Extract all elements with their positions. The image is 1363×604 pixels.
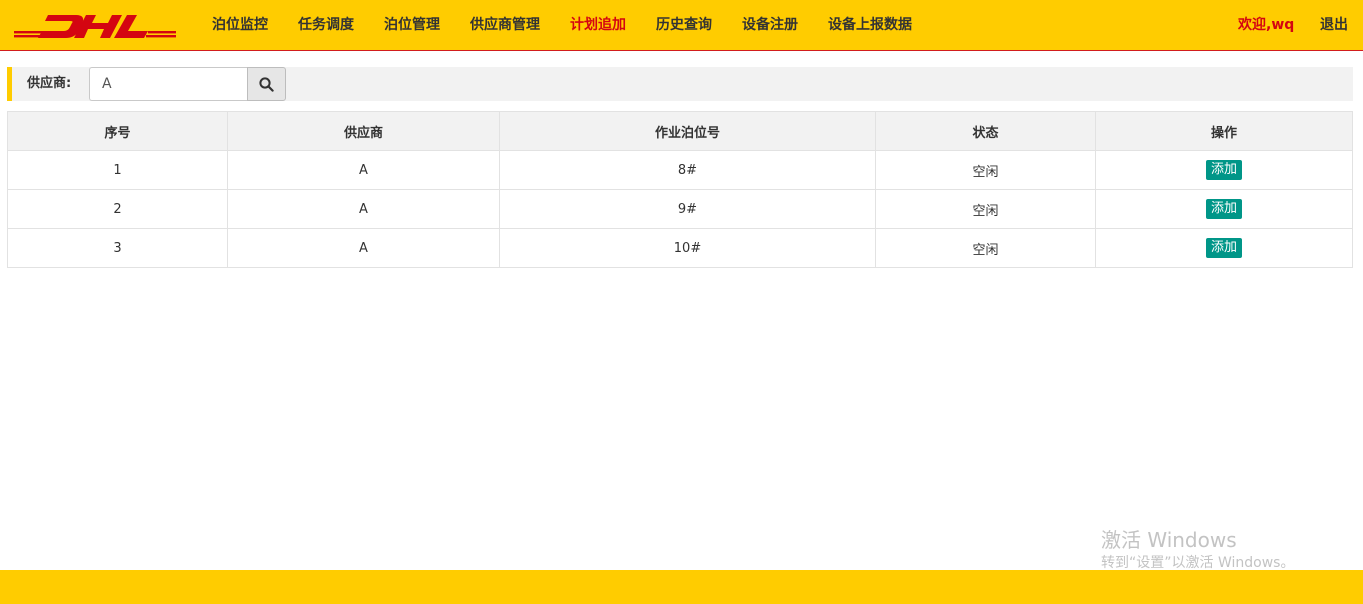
cell-status: 空闲 [875,228,1096,268]
cell-index: 1 [7,150,228,190]
table-row: 1 A 8# 空闲 添加 [7,150,1353,190]
nav-item-history-query[interactable]: 历史查询 [642,0,726,51]
add-button[interactable]: 添加 [1205,238,1242,258]
cell-action: 添加 [1095,228,1353,268]
nav-item-berth-management[interactable]: 泊位管理 [370,0,454,51]
dhl-logo[interactable] [14,12,176,40]
table-header-row: 序号 供应商 作业泊位号 状态 操作 [7,111,1353,151]
top-navbar: 泊位监控 任务调度 泊位管理 供应商管理 计划追加 历史查询 设备注册 设备上报… [0,0,1363,51]
add-button[interactable]: 添加 [1205,199,1242,219]
search-icon [259,76,274,92]
cell-supplier: A [227,150,500,190]
search-button[interactable] [247,67,286,101]
column-header-berth: 作业泊位号 [499,111,876,151]
table-row: 2 A 9# 空闲 添加 [7,189,1353,229]
cell-status: 空闲 [875,150,1096,190]
column-header-status: 状态 [875,111,1096,151]
cell-berth: 9# [499,189,876,229]
welcome-user: 欢迎,wq [1238,17,1295,33]
supplier-search-label: 供应商: [27,76,72,91]
berth-table: 序号 供应商 作业泊位号 状态 操作 1 A 8# 空闲 添加 2 A 9# 空… [7,111,1353,268]
cell-action: 添加 [1095,189,1353,229]
column-header-supplier: 供应商 [227,111,500,151]
cell-supplier: A [227,228,500,268]
cell-status: 空闲 [875,189,1096,229]
search-bar: 供应商: [7,67,1353,101]
windows-activation-subtitle: 转到“设置”以激活 Windows。 [1101,555,1295,571]
cell-berth: 8# [499,150,876,190]
nav-item-supplier-management[interactable]: 供应商管理 [456,0,554,51]
add-button[interactable]: 添加 [1205,160,1242,180]
nav-item-plan-append[interactable]: 计划追加 [556,0,640,51]
column-header-index: 序号 [7,111,228,151]
nav-item-task-dispatch[interactable]: 任务调度 [284,0,368,51]
nav-item-device-report-data[interactable]: 设备上报数据 [814,0,926,51]
footer-bar [0,570,1363,604]
nav-item-device-register[interactable]: 设备注册 [728,0,812,51]
logout-link[interactable]: 退出 [1320,0,1348,51]
column-header-action: 操作 [1095,111,1353,151]
table-row: 3 A 10# 空闲 添加 [7,228,1353,268]
cell-supplier: A [227,189,500,229]
cell-action: 添加 [1095,150,1353,190]
cell-index: 2 [7,189,228,229]
cell-index: 3 [7,228,228,268]
supplier-search-input[interactable] [89,67,248,101]
nav-item-berth-monitor[interactable]: 泊位监控 [198,0,282,51]
windows-activation-title: 激活 Windows [1101,528,1237,552]
cell-berth: 10# [499,228,876,268]
main-nav: 泊位监控 任务调度 泊位管理 供应商管理 计划追加 历史查询 设备注册 设备上报… [198,0,928,51]
